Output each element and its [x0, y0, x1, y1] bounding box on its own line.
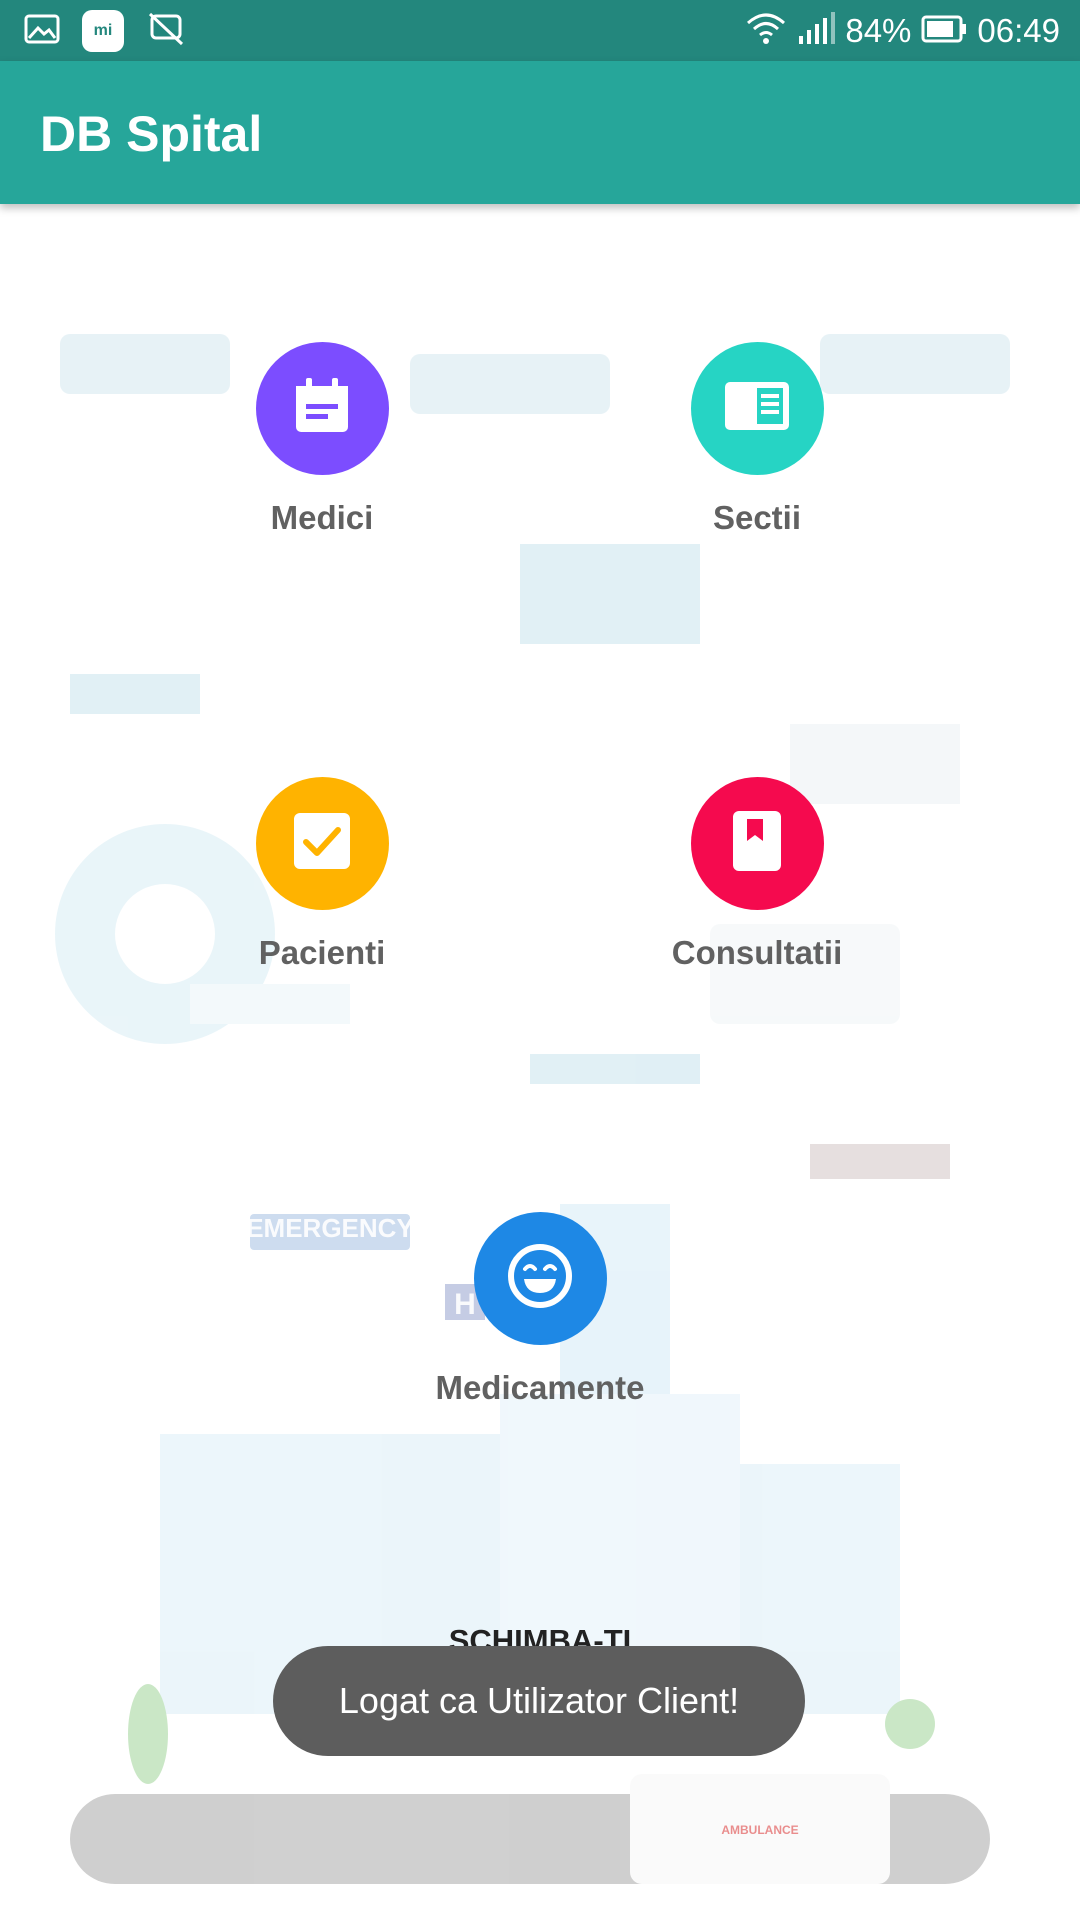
sectii-circle-button[interactable] — [690, 342, 824, 475]
bookmark-icon — [729, 809, 785, 878]
medici-label: Medici — [270, 499, 374, 536]
consultatii-circle-button[interactable] — [690, 777, 824, 910]
app-title: DB Spital — [40, 106, 263, 162]
status-bar: mi 84% 06:49 — [0, 0, 1080, 61]
signal-icon — [797, 11, 836, 51]
medici-circle-button[interactable] — [255, 342, 389, 475]
medicamente-circle-button[interactable] — [473, 1212, 607, 1345]
panel-icon — [723, 378, 791, 439]
mi-icon: mi — [82, 10, 124, 52]
checkbox-icon — [290, 809, 354, 878]
consultatii-label: Consultatii — [671, 934, 843, 971]
emergency-sign: EMERGENCY — [246, 1213, 414, 1243]
menu-pacienti[interactable]: Pacienti — [172, 777, 472, 972]
menu-sectii[interactable]: Sectii — [607, 342, 907, 537]
pacienti-label: Pacienti — [258, 934, 386, 971]
menu-medici[interactable]: Medici — [172, 342, 472, 537]
clock: 06:49 — [977, 12, 1060, 49]
menu-consultatii[interactable]: Consultatii — [607, 777, 907, 972]
app-bar: DB Spital — [0, 61, 1080, 204]
wifi-icon — [745, 11, 787, 52]
battery-icon — [921, 15, 967, 48]
pacienti-circle-button[interactable] — [255, 777, 389, 910]
calendar-icon — [290, 374, 354, 443]
screen-rotation-off-icon — [146, 12, 186, 51]
sectii-label: Sectii — [712, 499, 802, 536]
ambulance-label: AMBULANCE — [721, 1823, 798, 1837]
battery-percent: 84% — [845, 12, 912, 49]
toast-message: Logat ca Utilizator Client! — [273, 1646, 805, 1756]
medicamente-label: Medicamente — [435, 1369, 645, 1406]
menu-medicamente[interactable]: Medicamente — [390, 1212, 690, 1407]
gallery-icon — [24, 14, 60, 49]
smiley-icon — [505, 1241, 575, 1316]
